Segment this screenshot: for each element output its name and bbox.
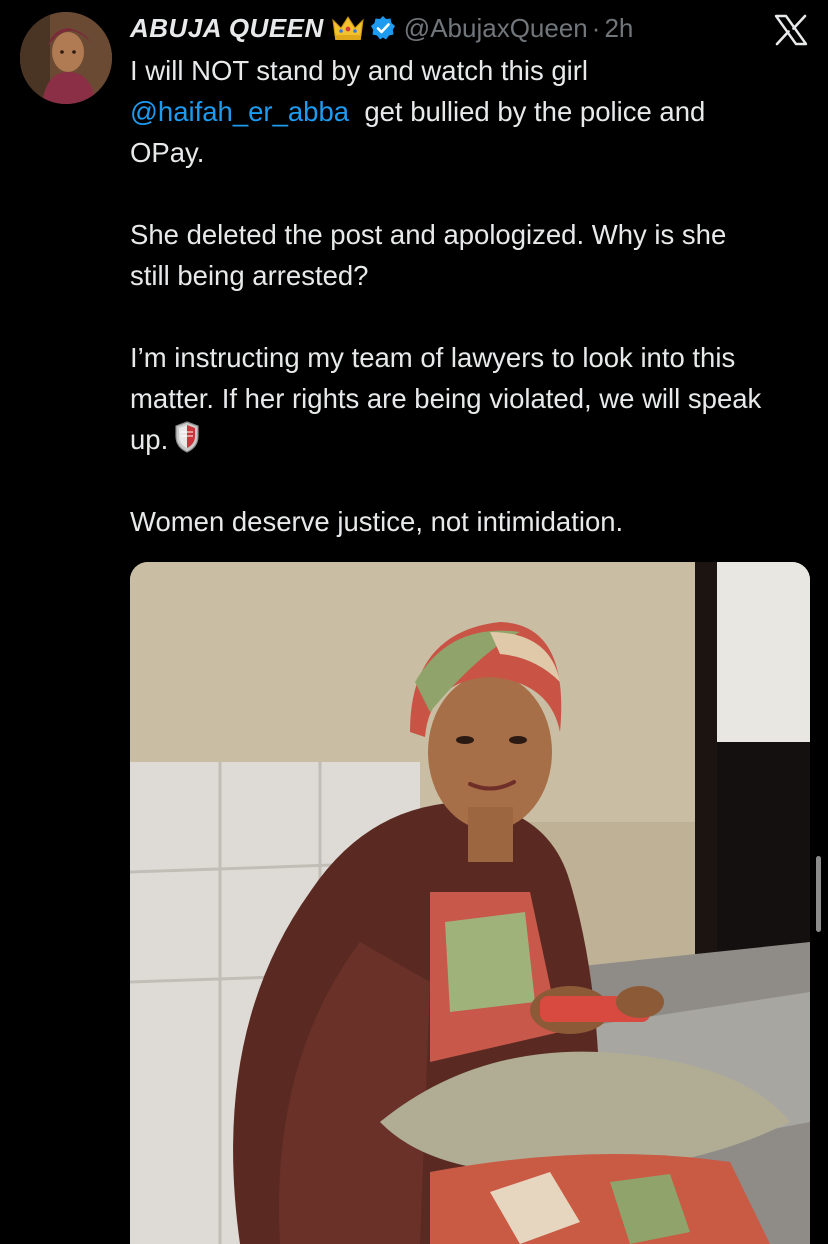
tweet-header: ABUJA QUEEN @AbujaxQueen · 2h [130,10,633,46]
scrollbar[interactable] [816,856,821,932]
author-avatar[interactable] [20,12,112,104]
crown-icon [332,14,364,42]
tweet-photo[interactable] [130,562,810,1244]
author-handle[interactable]: @AbujaxQueen [404,13,588,44]
tweet-line: OPay. [130,137,205,168]
mention-link[interactable]: @haifah_er_abba [130,96,349,127]
tweet-line: I’m instructing my team of lawyers to lo… [130,342,762,455]
verified-badge-icon[interactable] [370,15,396,41]
tweet-timestamp[interactable]: 2h [604,13,633,44]
shield-icon [174,421,200,453]
tweet-paragraph-1: I will NOT stand by and watch this girl … [130,50,810,173]
tweet-paragraph-3: I’m instructing my team of lawyers to lo… [130,337,800,460]
tweet-paragraph-2: She deleted the post and apologized. Why… [130,219,727,291]
avatar-image [20,12,112,104]
tweet-line: get bullied by the police and [364,96,706,127]
tweet-line: I will NOT stand by and watch this girl [130,55,589,86]
photo-image [130,562,810,1244]
tweet-paragraph-4: Women deserve justice, not intimidation. [130,506,624,537]
author-display-name[interactable]: ABUJA QUEEN [130,13,324,44]
tweet-body: I will NOT stand by and watch this girl … [130,50,810,542]
x-logo-icon[interactable] [774,14,808,46]
separator-dot: · [591,12,601,43]
